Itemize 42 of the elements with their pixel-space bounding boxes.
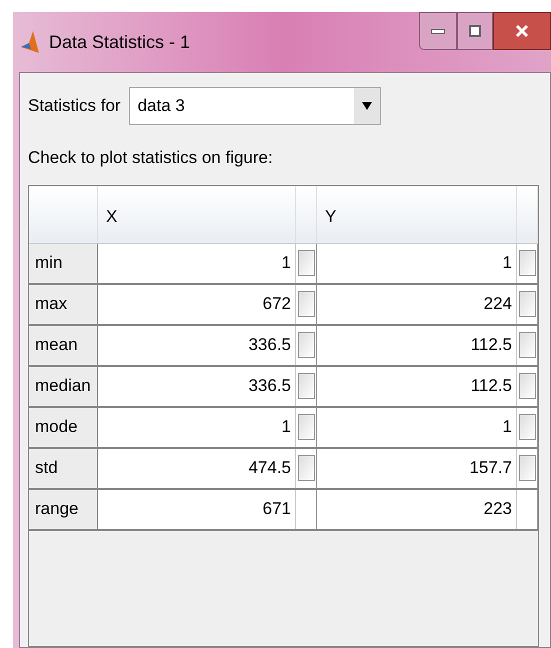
statistics-for-label: Statistics for bbox=[28, 95, 121, 118]
checkbox[interactable] bbox=[298, 332, 314, 358]
column-header: Y bbox=[317, 186, 517, 242]
table-cell: 112.5 bbox=[317, 366, 517, 406]
checkbox[interactable] bbox=[518, 332, 536, 358]
column-header: X bbox=[98, 186, 296, 242]
window-title: Data Statistics - 1 bbox=[49, 30, 190, 54]
table-cell: 157.7 bbox=[317, 448, 517, 488]
minimize-button[interactable] bbox=[419, 12, 457, 50]
maximize-button[interactable] bbox=[457, 12, 493, 50]
instruction-text: Check to plot statistics on figure: bbox=[28, 147, 274, 169]
close-icon bbox=[515, 24, 529, 38]
table-cell: 223 bbox=[317, 490, 517, 528]
table-cell: 672 bbox=[98, 284, 296, 324]
checkbox[interactable] bbox=[298, 373, 314, 399]
table-cell: 224 bbox=[317, 284, 517, 324]
checkbox[interactable] bbox=[518, 291, 536, 317]
table-cell: 1 bbox=[98, 244, 296, 282]
checkbox[interactable] bbox=[298, 250, 314, 276]
table-cell: 1 bbox=[317, 244, 517, 282]
table-cell: 336.5 bbox=[98, 366, 296, 406]
checkbox[interactable] bbox=[298, 455, 314, 481]
checkbox[interactable] bbox=[518, 373, 536, 399]
matlab-logo-icon bbox=[19, 29, 41, 55]
checkbox[interactable] bbox=[298, 291, 314, 317]
table-cell: 1 bbox=[317, 408, 517, 446]
data-dropdown[interactable]: data 3 bbox=[128, 87, 381, 125]
checkbox[interactable] bbox=[518, 414, 536, 440]
empty-table-cell bbox=[296, 490, 317, 528]
close-button[interactable] bbox=[493, 12, 551, 50]
table-cell: 474.5 bbox=[98, 448, 296, 488]
maximize-icon bbox=[469, 25, 481, 37]
checkbox[interactable] bbox=[518, 250, 536, 276]
table-cell: 1 bbox=[98, 408, 296, 446]
checkbox[interactable] bbox=[518, 455, 536, 481]
table-cell: 112.5 bbox=[317, 326, 517, 364]
empty-table-cell bbox=[517, 490, 538, 528]
table-cell: 336.5 bbox=[98, 326, 296, 364]
dropdown-arrow-icon bbox=[362, 102, 372, 110]
checkbox[interactable] bbox=[298, 414, 314, 440]
minimize-icon bbox=[431, 28, 445, 34]
table-cell: 671 bbox=[98, 490, 296, 528]
